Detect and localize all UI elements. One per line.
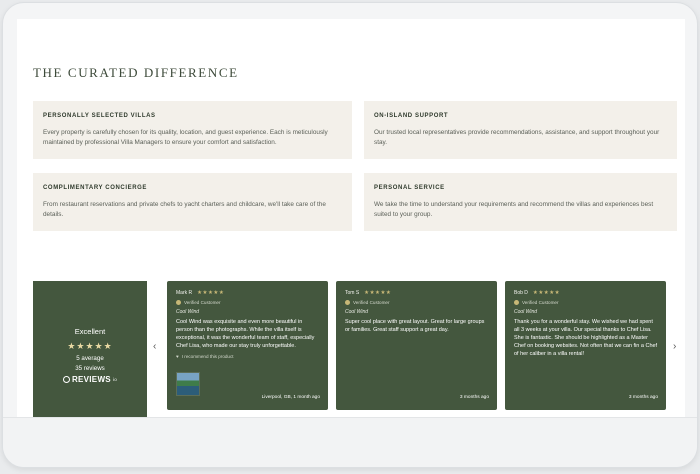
review-stars-icon: ★★★★★ bbox=[364, 290, 392, 296]
review-header: Bob D ★★★★★ bbox=[514, 290, 658, 296]
review-text: Super cool place with great layout. Grea… bbox=[345, 319, 485, 333]
review-card[interactable]: Tom S ★★★★★ Verified Customer Cool Wind … bbox=[336, 281, 497, 410]
feature-description: We take the time to understand your requ… bbox=[374, 201, 654, 218]
verified-badge: Verified Customer bbox=[345, 300, 489, 305]
tablet-bezel-bottom bbox=[3, 417, 697, 467]
review-photo-thumbnail[interactable] bbox=[176, 372, 200, 396]
tablet-frame: THE CURATED DIFFERENCE PERSONALLY SELECT… bbox=[2, 2, 698, 468]
feature-title: COMPLIMENTARY CONCIERGE bbox=[43, 185, 148, 191]
review-author: Bob D bbox=[514, 290, 528, 296]
review-card[interactable]: Bob D ★★★★★ Verified Customer Cool Wind … bbox=[505, 281, 666, 410]
feature-card-concierge: COMPLIMENTARY CONCIERGE From restaurant … bbox=[33, 173, 352, 231]
review-stars-icon: ★★★★★ bbox=[532, 290, 561, 296]
brand-name: REVIEWS bbox=[71, 375, 111, 384]
verified-check-icon bbox=[345, 300, 350, 305]
page-screen: THE CURATED DIFFERENCE PERSONALLY SELECT… bbox=[17, 19, 685, 419]
review-author: Tom S bbox=[345, 290, 360, 296]
verified-check-icon bbox=[176, 300, 181, 305]
feature-title: ON-ISLAND SUPPORT bbox=[374, 113, 449, 119]
review-meta: Liverpool, GB, 1 month ago bbox=[261, 395, 320, 400]
rating-word: Excellent bbox=[74, 327, 106, 336]
carousel-prev-icon[interactable]: ‹ bbox=[153, 341, 156, 352]
feature-card-support: ON-ISLAND SUPPORT Our trusted local repr… bbox=[364, 101, 677, 159]
heart-icon: ♥ bbox=[176, 354, 179, 359]
verified-label: Verified Customer bbox=[184, 300, 221, 305]
review-product: Cool Wind bbox=[514, 309, 538, 315]
review-text: Cool Wind was exquisite and even more be… bbox=[176, 319, 315, 349]
feature-description: Our trusted local representatives provid… bbox=[374, 129, 660, 146]
carousel-next-icon[interactable]: › bbox=[673, 341, 676, 352]
feature-description: From restaurant reservations and private… bbox=[43, 201, 326, 218]
reviews-summary: Excellent ★★★★★ 5 average 35 reviews REV… bbox=[33, 281, 147, 419]
summary-stars-icon: ★★★★★ bbox=[67, 341, 113, 351]
average-rating: 5 average bbox=[76, 355, 104, 362]
verified-badge: Verified Customer bbox=[176, 300, 320, 305]
review-stars-icon: ★★★★★ bbox=[197, 290, 225, 296]
review-meta: 3 months ago bbox=[459, 395, 489, 400]
reviews-io-logo[interactable]: REVIEWS io bbox=[33, 375, 147, 384]
recommend-line: ♥ I recommend this product bbox=[176, 354, 320, 359]
verified-check-icon bbox=[514, 300, 519, 305]
reviews-logo-icon bbox=[62, 376, 70, 383]
review-card[interactable]: Mark R ★★★★★ Verified Customer Cool Wind… bbox=[167, 281, 328, 410]
brand-suffix: io bbox=[112, 377, 118, 382]
feature-title: PERSONAL SERVICE bbox=[374, 185, 445, 191]
feature-card-personal-service: PERSONAL SERVICE We take the time to und… bbox=[364, 173, 677, 231]
review-product: Cool Wind bbox=[345, 309, 369, 315]
recommend-label: I recommend this product bbox=[181, 354, 234, 359]
verified-badge: Verified Customer bbox=[514, 300, 658, 305]
verified-label: Verified Customer bbox=[353, 300, 390, 305]
review-author: Mark R bbox=[176, 290, 193, 296]
feature-title: PERSONALLY SELECTED VILLAS bbox=[43, 113, 156, 119]
review-meta: 3 months ago bbox=[628, 395, 658, 400]
review-header: Tom S ★★★★★ bbox=[345, 290, 489, 296]
review-count: 35 reviews bbox=[75, 365, 105, 372]
section-title: THE CURATED DIFFERENCE bbox=[33, 65, 239, 80]
review-product: Cool Wind bbox=[176, 309, 200, 315]
verified-label: Verified Customer bbox=[522, 300, 559, 305]
feature-card-villas: PERSONALLY SELECTED VILLAS Every propert… bbox=[33, 101, 352, 159]
review-header: Mark R ★★★★★ bbox=[176, 290, 320, 296]
feature-description: Every property is carefully chosen for i… bbox=[43, 129, 328, 146]
review-text: Thank you for a wonderful stay. We wishe… bbox=[514, 319, 658, 357]
